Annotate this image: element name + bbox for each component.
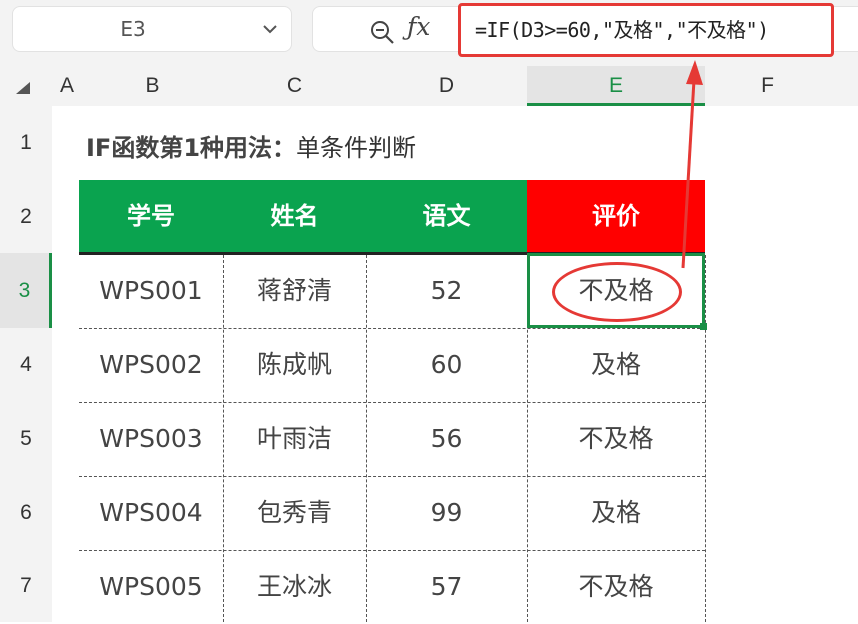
header-evaluation[interactable]: 评价 <box>527 180 705 252</box>
column-header-a[interactable]: A <box>52 66 82 106</box>
table-cell[interactable]: 56 <box>366 402 527 476</box>
toolbar: E3 ƒx =IF(D3>=60,"及格","不及格") <box>0 0 858 66</box>
name-box-value: E3 <box>120 17 146 41</box>
column-header-d[interactable]: D <box>366 66 527 106</box>
grid-line <box>705 255 706 622</box>
table-cell[interactable]: 52 <box>366 254 527 328</box>
table-cell[interactable]: 及格 <box>527 476 705 550</box>
select-all-icon[interactable] <box>16 82 30 94</box>
row-header-3[interactable]: 3 <box>0 253 52 328</box>
fx-icon[interactable]: ƒx <box>407 12 430 41</box>
column-headers: A B C D E F <box>0 66 858 106</box>
header-name[interactable]: 姓名 <box>223 180 366 252</box>
row-header-6[interactable]: 6 <box>0 476 52 550</box>
table-cell[interactable]: WPS002 <box>79 328 223 402</box>
table-cell[interactable]: 包秀青 <box>223 476 366 550</box>
table-cell[interactable]: WPS003 <box>79 402 223 476</box>
table-cell[interactable]: WPS004 <box>79 476 223 550</box>
row-header-2[interactable]: 2 <box>0 180 52 253</box>
table-cell[interactable]: 不及格 <box>527 550 705 624</box>
sheet-title[interactable]: IF函数第1种用法：单条件判断 <box>86 128 416 163</box>
table-cell[interactable]: 陈成帆 <box>223 328 366 402</box>
sheet-title-rest: 单条件判断 <box>296 134 417 162</box>
table-cell[interactable]: 57 <box>366 550 527 624</box>
zoom-icon[interactable] <box>369 19 395 45</box>
table-cell[interactable]: WPS005 <box>79 550 223 624</box>
table-cell[interactable]: 不及格 <box>527 402 705 476</box>
column-header-f[interactable]: F <box>705 66 830 106</box>
row-header-5[interactable]: 5 <box>0 402 52 476</box>
header-chinese[interactable]: 语文 <box>366 180 527 252</box>
column-header-c[interactable]: C <box>223 66 366 106</box>
row-header-7[interactable]: 7 <box>0 550 52 622</box>
table-cell[interactable]: WPS001 <box>79 254 223 328</box>
header-student-id[interactable]: 学号 <box>79 180 223 252</box>
annotation-circle <box>552 262 682 322</box>
fill-handle[interactable] <box>700 323 707 330</box>
table-cell[interactable]: 王冰冰 <box>223 550 366 624</box>
formula-input[interactable]: =IF(D3>=60,"及格","不及格") <box>458 3 834 57</box>
column-header-e[interactable]: E <box>527 66 705 106</box>
table-cell[interactable]: 60 <box>366 328 527 402</box>
row-header-4[interactable]: 4 <box>0 328 52 402</box>
column-header-b[interactable]: B <box>82 66 223 106</box>
sheet-title-bold: IF函数第1种用法： <box>86 134 297 162</box>
table-cell[interactable]: 99 <box>366 476 527 550</box>
table-cell[interactable]: 及格 <box>527 328 705 402</box>
chevron-down-icon[interactable] <box>263 24 277 34</box>
table-cell[interactable]: 蒋舒清 <box>223 254 366 328</box>
name-box[interactable]: E3 <box>12 6 292 52</box>
formula-text: =IF(D3>=60,"及格","不及格") <box>475 18 769 42</box>
row-header-1[interactable]: 1 <box>0 106 52 180</box>
table-cell[interactable]: 叶雨洁 <box>223 402 366 476</box>
